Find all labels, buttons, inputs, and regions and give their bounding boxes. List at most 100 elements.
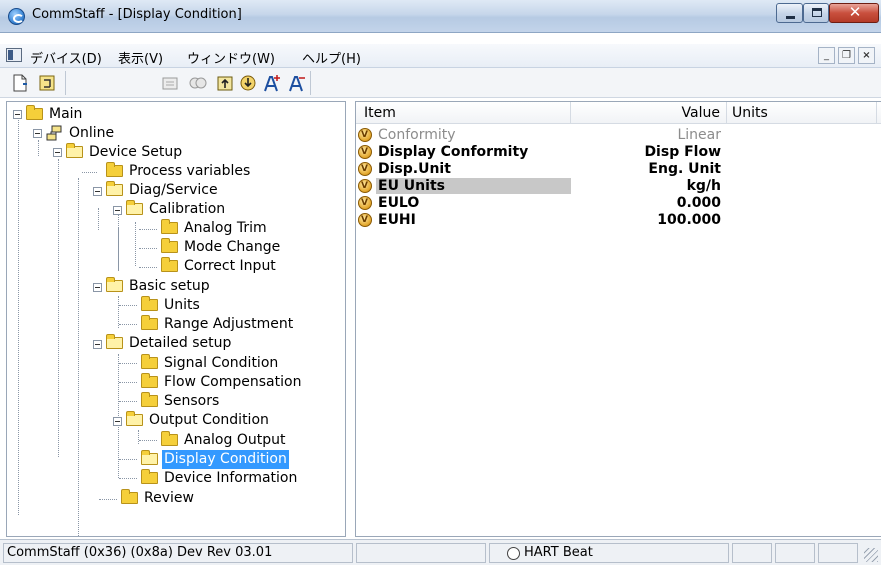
tree-line	[139, 440, 157, 441]
item-name: Display Conformity	[378, 144, 529, 160]
title-bar[interactable]: CommStaff - [Display Condition] ✕	[0, 0, 881, 33]
folder-icon	[141, 469, 158, 484]
hart-beat-label: HART Beat	[524, 545, 593, 560]
status-device-info: CommStaff (0x36) (0x8a) Dev Rev 03.01	[3, 543, 353, 563]
folder-icon	[106, 162, 123, 177]
close-button[interactable]: ✕	[829, 3, 879, 23]
app-icon[interactable]	[8, 8, 25, 25]
list-header: Item Value Units	[356, 102, 881, 124]
maximize-button[interactable]	[803, 3, 829, 23]
tree-line	[139, 248, 157, 249]
window-title: CommStaff - [Display Condition]	[32, 7, 242, 22]
tree-line	[78, 178, 79, 536]
item-name: EUHI	[378, 212, 416, 228]
folder-icon	[141, 373, 158, 388]
variable-icon	[358, 144, 372, 160]
folder-icon	[161, 431, 178, 446]
minimize-button[interactable]	[776, 3, 803, 23]
tree-line	[18, 120, 19, 515]
menu-window[interactable]: ウィンドウ(W)	[187, 48, 275, 67]
status-bar: CommStaff (0x36) (0x8a) Dev Rev 03.01 HA…	[0, 539, 881, 565]
item-name: EU Units	[376, 178, 571, 194]
column-header-item[interactable]: Item	[356, 102, 571, 124]
tree-line	[139, 229, 157, 230]
toolbar-separator	[310, 71, 311, 95]
folder-icon	[161, 219, 178, 234]
device-tree[interactable]: Main Online Device Setup Process variabl…	[6, 101, 346, 537]
child-close-button[interactable]: ×	[858, 47, 875, 64]
folder-open-icon	[106, 334, 123, 349]
item-name: Conformity	[378, 127, 456, 143]
collapse-toggle-output-condition[interactable]	[113, 417, 122, 426]
document-icon[interactable]	[6, 48, 22, 62]
list-row-eu-units[interactable]: EU Units kg/h	[356, 178, 881, 194]
column-header-units[interactable]: Units	[727, 102, 877, 124]
folder-open-icon	[141, 450, 158, 465]
folder-open-icon	[66, 143, 83, 158]
tree-line	[138, 430, 139, 444]
menu-help[interactable]: ヘルプ(H)	[302, 48, 361, 67]
tree-line	[118, 208, 119, 270]
tree-line	[135, 222, 136, 266]
variable-icon	[358, 161, 372, 177]
download-icon[interactable]	[238, 73, 258, 93]
item-value: 0.000	[676, 195, 721, 211]
font-decrease-icon[interactable]	[287, 73, 307, 93]
folder-icon	[141, 392, 158, 407]
folder-icon	[141, 354, 158, 369]
status-panel	[356, 543, 486, 563]
collapse-toggle-basic-setup[interactable]	[93, 283, 102, 292]
resize-grip[interactable]	[864, 548, 878, 562]
list-row-display-conformity[interactable]: Display Conformity Disp Flow	[356, 144, 881, 160]
tree-line	[119, 401, 137, 402]
collapse-toggle-online[interactable]	[33, 129, 42, 138]
folder-icon	[121, 489, 138, 504]
compare-icon[interactable]	[188, 73, 208, 93]
collapse-toggle-device-setup[interactable]	[53, 148, 62, 157]
item-name: Disp.Unit	[378, 161, 451, 177]
child-minimize-button[interactable]: _	[818, 47, 835, 64]
parameter-list[interactable]: Item Value Units Conformity Linear Displ…	[355, 101, 881, 537]
tree-line	[119, 324, 137, 325]
tree-line	[99, 499, 117, 500]
hart-beat-icon	[507, 547, 520, 560]
folder-icon	[141, 296, 158, 311]
read-icon[interactable]	[160, 73, 180, 93]
list-row-euhi[interactable]: EUHI 100.000	[356, 212, 881, 228]
item-name: EULO	[378, 195, 420, 211]
minimize-icon	[786, 16, 795, 19]
online-icon[interactable]	[38, 73, 58, 93]
collapse-toggle-diag-service[interactable]	[93, 187, 102, 196]
folder-icon	[161, 257, 178, 272]
column-header-value[interactable]: Value	[571, 102, 727, 124]
variable-icon	[358, 195, 372, 211]
collapse-toggle-calibration[interactable]	[113, 206, 122, 215]
item-value: Disp Flow	[644, 144, 721, 160]
menu-device[interactable]: デバイス(D)	[30, 48, 102, 67]
folder-open-icon	[126, 200, 143, 215]
status-panel	[732, 543, 772, 563]
toolbar-separator	[65, 71, 66, 95]
toolbar	[0, 68, 881, 98]
upload-icon[interactable]	[215, 73, 235, 93]
collapse-toggle-detailed-setup[interactable]	[93, 340, 102, 349]
status-panel	[818, 543, 858, 563]
font-increase-icon[interactable]	[262, 73, 282, 93]
folder-icon	[141, 315, 158, 330]
collapse-toggle-main[interactable]	[13, 110, 22, 119]
list-row-disp-unit[interactable]: Disp.Unit Eng. Unit	[356, 161, 881, 177]
menu-view[interactable]: 表示(V)	[118, 48, 163, 67]
maximize-icon	[812, 8, 822, 17]
folder-icon	[161, 238, 178, 253]
tree-line	[58, 159, 59, 457]
list-row-eulo[interactable]: EULO 0.000	[356, 195, 881, 211]
variable-icon	[358, 127, 372, 143]
tree-line	[38, 140, 39, 156]
list-row-conformity[interactable]: Conformity Linear	[356, 127, 881, 143]
tree-line	[119, 459, 137, 460]
network-icon	[46, 125, 62, 141]
folder-open-icon	[106, 181, 123, 196]
child-restore-button[interactable]: ❐	[838, 47, 855, 64]
item-value: Linear	[677, 127, 721, 143]
new-icon[interactable]	[10, 73, 30, 93]
